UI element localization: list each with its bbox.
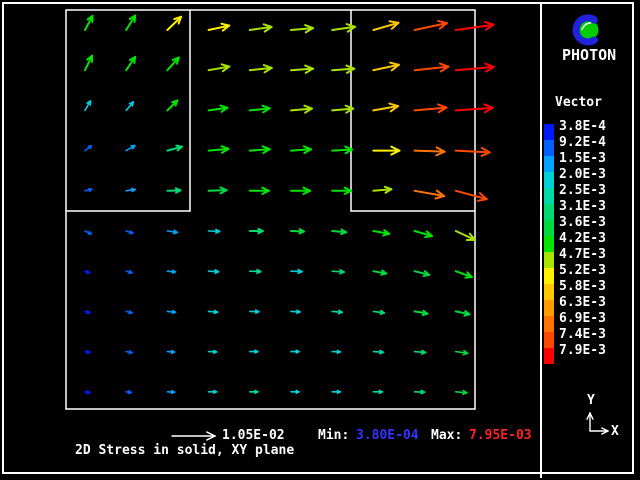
- legend-label-column: 3.8E-49.2E-41.5E-32.0E-32.5E-33.1E-33.6E…: [559, 119, 606, 359]
- legend-value: 9.2E-4: [559, 135, 606, 151]
- max-label: Max:: [431, 429, 462, 442]
- legend-value: 2.0E-3: [559, 167, 606, 183]
- legend-value: 3.1E-3: [559, 199, 606, 215]
- x-axis-label: X: [611, 424, 619, 439]
- scale-value: 1.05E-02: [222, 429, 285, 442]
- legend-panel: PHOTON Vector 3.8E-49.2E-41.5E-32.0E-32.…: [542, 0, 640, 480]
- scale-arrow: [172, 432, 215, 440]
- legend-swatch: [544, 140, 554, 156]
- legend-swatch-column: [544, 124, 554, 364]
- legend-value: 7.9E-3: [559, 343, 606, 359]
- legend-swatch: [544, 220, 554, 236]
- legend-value: 3.8E-4: [559, 119, 606, 135]
- legend-swatch: [544, 252, 554, 268]
- legend-value: 6.3E-3: [559, 295, 606, 311]
- axis-triad: Y X: [580, 390, 640, 440]
- legend-swatch: [544, 332, 554, 348]
- photon-app-screen: 1.05E-02 Min: 3.80E-04 Max: 7.95E-03 2D …: [0, 0, 640, 480]
- legend-title: Vector: [555, 96, 602, 110]
- min-value: 3.80E-04: [356, 429, 419, 442]
- min-label: Min:: [318, 429, 349, 442]
- legend-swatch: [544, 188, 554, 204]
- photon-logo-graphic: [569, 12, 605, 48]
- legend-swatch: [544, 124, 554, 140]
- axis-triad-arrows: [587, 413, 608, 434]
- photon-wordmark: PHOTON: [562, 48, 632, 63]
- legend-value: 4.2E-3: [559, 231, 606, 247]
- legend-value: 7.4E-3: [559, 327, 606, 343]
- legend-swatch: [544, 236, 554, 252]
- legend-value: 4.7E-3: [559, 247, 606, 263]
- legend-swatch: [544, 268, 554, 284]
- max-value: 7.95E-03: [469, 429, 532, 442]
- plot-title: 2D Stress in solid, XY plane: [75, 444, 294, 457]
- vector-field-plot: [0, 0, 541, 480]
- legend-value: 3.6E-3: [559, 215, 606, 231]
- legend-swatch: [544, 204, 554, 220]
- vector-arrows: [85, 16, 494, 395]
- legend-swatch: [544, 156, 554, 172]
- legend-value: 5.2E-3: [559, 263, 606, 279]
- legend-swatch: [544, 348, 554, 364]
- legend-swatch: [544, 300, 554, 316]
- photon-logo-icon: [569, 12, 605, 48]
- legend-value: 5.8E-3: [559, 279, 606, 295]
- legend-value: 2.5E-3: [559, 183, 606, 199]
- y-axis-label: Y: [587, 393, 595, 408]
- legend-swatch: [544, 284, 554, 300]
- legend-value: 6.9E-3: [559, 311, 606, 327]
- legend-swatch: [544, 316, 554, 332]
- legend-swatch: [544, 172, 554, 188]
- legend-value: 1.5E-3: [559, 151, 606, 167]
- panel-divider: [540, 2, 542, 478]
